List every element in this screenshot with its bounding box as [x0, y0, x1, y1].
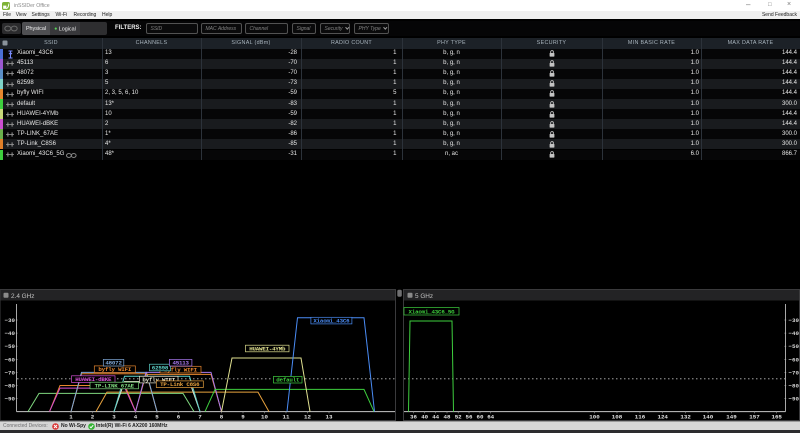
svg-text:1: 1 [69, 414, 73, 421]
svg-text:HUAWEI-4YMb: HUAWEI-4YMb [249, 346, 286, 353]
svg-text:−40: −40 [5, 330, 16, 337]
svg-text:62598: 62598 [152, 365, 169, 372]
svg-text:−30: −30 [5, 317, 16, 324]
svg-text:−80: −80 [789, 383, 800, 390]
svg-text:−70: −70 [789, 369, 800, 376]
svg-text:11: 11 [283, 414, 290, 421]
svg-text:−60: −60 [789, 356, 800, 363]
svg-text:9: 9 [241, 414, 245, 421]
svg-text:100: 100 [589, 414, 600, 421]
svg-text:64: 64 [487, 414, 494, 421]
svg-text:165: 165 [771, 414, 782, 421]
svg-text:2: 2 [91, 414, 95, 421]
svg-text:−50: −50 [5, 343, 16, 350]
svg-text:40: 40 [421, 414, 428, 421]
svg-text:TP-LINK 67AE: TP-LINK 67AE [95, 383, 135, 390]
svg-text:−60: −60 [5, 356, 16, 363]
svg-text:60: 60 [477, 414, 484, 421]
svg-text:−80: −80 [5, 383, 16, 390]
svg-text:−30: −30 [789, 317, 800, 324]
svg-text:10: 10 [261, 414, 268, 421]
svg-text:45113: 45113 [172, 360, 189, 367]
svg-text:−50: −50 [789, 343, 800, 350]
svg-text:44: 44 [432, 414, 439, 421]
svg-text:2.4 GHz: 2.4 GHz [11, 293, 34, 300]
svg-text:36: 36 [410, 414, 417, 421]
svg-text:3: 3 [112, 414, 116, 421]
svg-text:149: 149 [726, 414, 737, 421]
svg-text:6: 6 [177, 414, 181, 421]
svg-text:TP-Link C8S6: TP-Link C8S6 [160, 381, 200, 388]
svg-text:Xiaomi_43C6: Xiaomi_43C6 [313, 318, 350, 325]
svg-text:8: 8 [220, 414, 224, 421]
svg-text:12: 12 [304, 414, 311, 421]
svg-text:5 GHz: 5 GHz [415, 293, 433, 300]
svg-text:4: 4 [134, 414, 138, 421]
svg-text:−70: −70 [5, 369, 16, 376]
svg-text:157: 157 [749, 414, 760, 421]
svg-text:Xiaomi_43C6_5G: Xiaomi_43C6_5G [409, 309, 456, 316]
svg-text:−90: −90 [5, 396, 16, 403]
svg-text:52: 52 [455, 414, 462, 421]
svg-text:108: 108 [612, 414, 623, 421]
svg-text:byfly WIFI: byfly WIFI [98, 366, 132, 373]
svg-text:13: 13 [326, 414, 333, 421]
svg-text:48: 48 [444, 414, 451, 421]
svg-text:48072: 48072 [105, 360, 122, 367]
svg-text:−90: −90 [789, 396, 800, 403]
svg-text:132: 132 [680, 414, 691, 421]
svg-text:116: 116 [635, 414, 646, 421]
svg-text:7: 7 [198, 414, 202, 421]
svg-text:default: default [276, 377, 299, 384]
svg-text:124: 124 [657, 414, 668, 421]
svg-text:140: 140 [703, 414, 714, 421]
svg-text:5: 5 [155, 414, 159, 421]
svg-text:−40: −40 [789, 330, 800, 337]
svg-text:56: 56 [466, 414, 473, 421]
